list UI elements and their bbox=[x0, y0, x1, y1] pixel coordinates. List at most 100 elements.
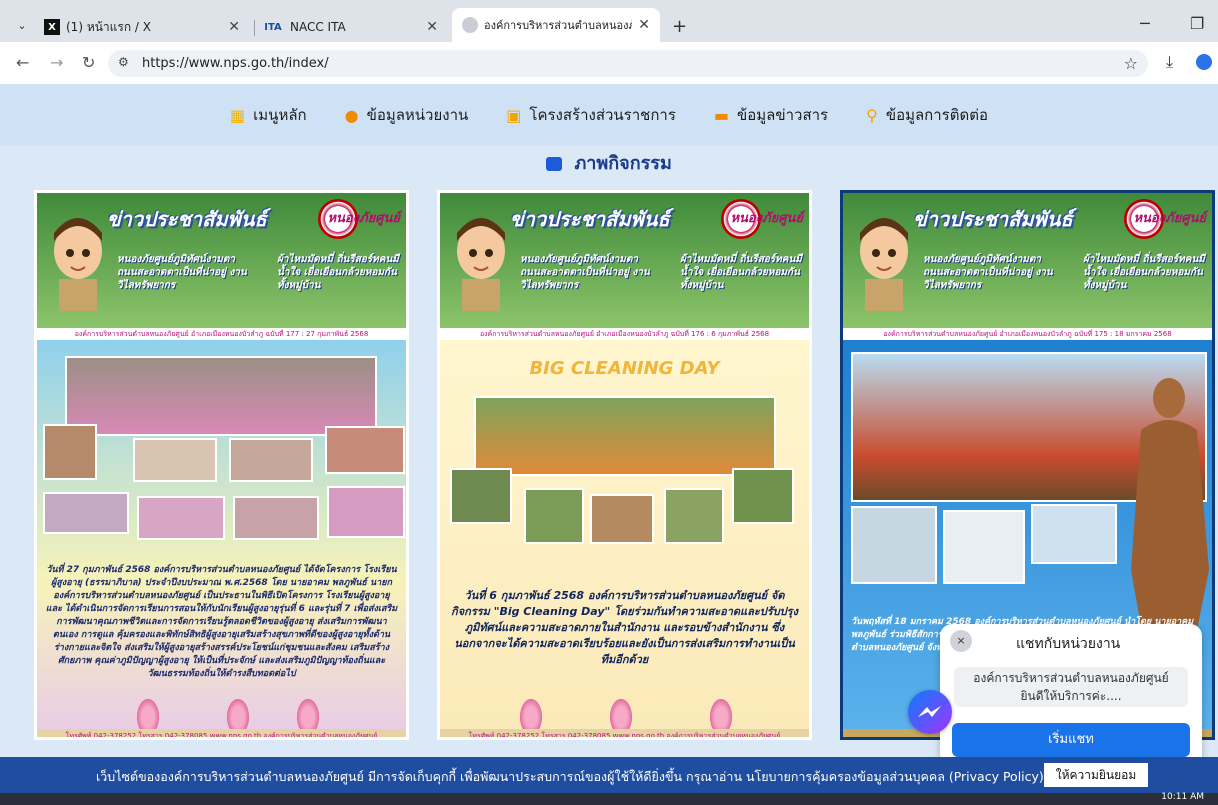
chat-message-line: องค์การบริหารส่วนตำบลหนองภัยศูนย์ bbox=[973, 671, 1169, 685]
poster-header-title: ข่าวประชาสัมพันธ์ bbox=[107, 207, 267, 231]
tab-title: (1) หน้าแรก / X bbox=[66, 19, 152, 34]
poster-header-title: ข่าวประชาสัมพันธ์ bbox=[913, 207, 1073, 231]
tab-close-icon[interactable]: ✕ bbox=[228, 19, 240, 35]
poster-footer: โทรศัพท์ 042-378252 โทรสาร 042-378085 ww… bbox=[37, 729, 406, 737]
activity-photo bbox=[233, 496, 319, 540]
site-icon bbox=[462, 17, 478, 33]
poster-banner: BIG CLEANING DAY bbox=[529, 358, 720, 379]
itac-logo-icon: ITA bbox=[264, 21, 282, 33]
activity-photo bbox=[664, 488, 724, 544]
lotus-decoration bbox=[710, 699, 732, 729]
activity-photo bbox=[325, 426, 405, 474]
lotus-decoration bbox=[520, 699, 542, 729]
poster-tagline-left: หนองภัยศูนย์ภูมิทัศน์งามตา ถนนสะอาดตาเป็… bbox=[117, 254, 247, 291]
poster-tagline-left: หนองภัยศูนย์ภูมิทัศน์งามตา ถนนสะอาดตาเป็… bbox=[923, 254, 1053, 291]
chat-message-line: ยินดีให้บริการค่ะ.... bbox=[1020, 689, 1122, 703]
activity-poster[interactable]: ข่าวประชาสัมพันธ์ หนองภัยศูนย์ หนองภัยศู… bbox=[34, 190, 409, 740]
url-field[interactable]: ⚙ https://www.nps.go.th/index/ ☆ bbox=[108, 50, 1148, 77]
menu-label: โครงสร้างส่วนราชการ bbox=[529, 106, 676, 124]
address-bar: ← → ↻ ⚙ https://www.nps.go.th/index/ ☆ ⤓ bbox=[0, 42, 1218, 84]
chat-title: แชทกับหน่วยงาน bbox=[1016, 636, 1121, 652]
poster-tagline-left: หนองภัยศูนย์ภูมิทัศน์งามตา ถนนสะอาดตาเป็… bbox=[520, 254, 650, 291]
tab-nacc-ita[interactable]: ITA NACC ITA ✕ bbox=[262, 12, 448, 42]
poster-caption: วันที่ 27 กุมภาพันธ์ 2568 องค์การบริหารส… bbox=[45, 565, 398, 679]
lotus-decoration bbox=[227, 699, 249, 729]
tab-search-dropdown-icon[interactable]: ⌄ bbox=[12, 16, 32, 36]
cartoon-boy-illustration bbox=[457, 218, 505, 311]
chat-icon: ▬ bbox=[713, 105, 730, 125]
new-tab-button[interactable]: + bbox=[672, 16, 687, 37]
activity-photo bbox=[43, 424, 97, 480]
messenger-bolt-icon bbox=[918, 706, 941, 717]
activity-photo bbox=[732, 468, 794, 524]
activity-photo bbox=[137, 496, 225, 540]
poster-header: ข่าวประชาสัมพันธ์ หนองภัยศูนย์ หนองภัยศู… bbox=[843, 193, 1212, 328]
activity-photo bbox=[943, 510, 1025, 584]
download-icon[interactable]: ⤓ bbox=[1166, 52, 1173, 72]
poster-issue-line: องค์การบริหารส่วนตำบลหนองภัยศูนย์ อำเภอเ… bbox=[37, 328, 406, 340]
poster-org-name: หนองภัยศูนย์ bbox=[1133, 211, 1206, 226]
menu-item-news[interactable]: ▬ ข้อมูลข่าวสาร bbox=[714, 103, 828, 127]
tab-title: องค์การบริหารส่วนตำบลหนองภัยศูนย์ bbox=[484, 19, 632, 32]
tab-title: NACC ITA bbox=[290, 20, 346, 34]
tab-close-icon[interactable]: ✕ bbox=[638, 17, 650, 33]
menu-item-agency-info[interactable]: ● ข้อมูลหน่วยงาน bbox=[345, 103, 469, 127]
start-chat-button[interactable]: เริ่มแชท bbox=[952, 723, 1190, 757]
poster-caption: วันที่ 6 กุมภาพันธ์ 2568 องค์การบริหารส่… bbox=[451, 589, 798, 666]
activity-photo bbox=[524, 488, 584, 544]
info-icon: ● bbox=[344, 105, 359, 125]
profile-avatar[interactable] bbox=[1196, 54, 1212, 70]
tab-nps-site[interactable]: องค์การบริหารส่วนตำบลหนองภัยศูนย์ ✕ bbox=[452, 8, 660, 42]
poster-body: วันที่ 27 กุมภาพันธ์ 2568 องค์การบริหารส… bbox=[37, 340, 406, 737]
map-pin-icon: ⚲ bbox=[866, 105, 878, 125]
taskbar-clock: 10:11 AM bbox=[1161, 792, 1204, 802]
cookie-accept-button[interactable]: ให้ความยินยอม bbox=[1044, 763, 1148, 787]
reload-icon[interactable]: ↻ bbox=[82, 53, 95, 72]
menu-item-main[interactable]: ▦ เมนูหลัก bbox=[230, 103, 307, 127]
menu-item-structure[interactable]: ▣ โครงสร้างส่วนราชการ bbox=[506, 103, 676, 127]
activity-photo bbox=[450, 468, 512, 524]
tab-separator bbox=[254, 20, 255, 36]
menu-label: ข้อมูลหน่วยงาน bbox=[366, 106, 469, 124]
menu-label: ข้อมูลการติดต่อ bbox=[885, 106, 988, 124]
restore-icon[interactable]: ❐ bbox=[1190, 14, 1204, 33]
grid-icon: ▦ bbox=[230, 105, 246, 125]
lotus-decoration bbox=[297, 699, 319, 729]
camera-icon bbox=[546, 157, 563, 171]
activity-photo bbox=[327, 486, 405, 538]
messenger-icon[interactable] bbox=[908, 690, 952, 734]
browser-tab-bar: ⌄ X (1) หน้าแรก / X ✕ ITA NACC ITA ✕ องค… bbox=[0, 0, 1218, 42]
poster-footer: โทรศัพท์ 042-378252 โทรสาร 042-378085 ww… bbox=[440, 729, 809, 737]
poster-body: BIG CLEANING DAY วันที่ 6 กุมภาพันธ์ 256… bbox=[440, 340, 809, 737]
activity-photo bbox=[229, 438, 313, 482]
poster-org-name: หนองภัยศูนย์ bbox=[730, 211, 803, 226]
poster-tagline-right: ผ้าไหมมัดหมี่ ถิ่นรีสอร์ทคนมีน้ำใจ เยื่อ… bbox=[277, 254, 399, 291]
poster-header: ข่าวประชาสัมพันธ์ หนองภัยศูนย์ หนองภัยศู… bbox=[37, 193, 406, 328]
activity-photo bbox=[1031, 504, 1117, 564]
site-settings-icon[interactable]: ⚙ bbox=[118, 55, 129, 69]
cookie-consent-banner: เว็บไซต์ขององค์การบริหารส่วนตำบลหนองภัยศ… bbox=[0, 757, 1218, 793]
poster-issue-line: องค์การบริหารส่วนตำบลหนองภัยศูนย์ อำเภอเ… bbox=[440, 328, 809, 340]
poster-header: ข่าวประชาสัมพันธ์ หนองภัยศูนย์ หนองภัยศู… bbox=[440, 193, 809, 328]
section-title-text: ภาพกิจกรรม bbox=[574, 153, 672, 174]
os-taskbar: 10:11 AM bbox=[0, 792, 1218, 805]
forward-icon[interactable]: → bbox=[50, 53, 63, 72]
activity-photo bbox=[851, 506, 937, 584]
activity-poster[interactable]: ข่าวประชาสัมพันธ์ หนองภัยศูนย์ หนองภัยศู… bbox=[437, 190, 812, 740]
poster-org-name: หนองภัยศูนย์ bbox=[327, 211, 400, 226]
activity-photo bbox=[43, 492, 129, 534]
bookmark-star-icon[interactable]: ☆ bbox=[1124, 54, 1138, 73]
chat-welcome-message: องค์การบริหารส่วนตำบลหนองภัยศูนย์ ยินดีใ… bbox=[954, 667, 1188, 707]
poster-issue-line: องค์การบริหารส่วนตำบลหนองภัยศูนย์ อำเภอเ… bbox=[843, 328, 1212, 340]
minimize-icon[interactable]: ─ bbox=[1140, 14, 1150, 33]
lotus-decoration bbox=[610, 699, 632, 729]
tab-close-icon[interactable]: ✕ bbox=[426, 19, 438, 35]
menu-item-contact[interactable]: ⚲ ข้อมูลการติดต่อ bbox=[866, 103, 988, 127]
cookie-text: เว็บไซต์ขององค์การบริหารส่วนตำบลหนองภัยศ… bbox=[96, 769, 1044, 784]
cartoon-boy-illustration bbox=[860, 218, 908, 311]
chat-close-button[interactable]: × bbox=[950, 630, 972, 652]
back-icon[interactable]: ← bbox=[16, 53, 29, 72]
poster-tagline-right: ผ้าไหมมัดหมี่ ถิ่นรีสอร์ทคนมีน้ำใจ เยื่อ… bbox=[1083, 254, 1205, 291]
tab-x[interactable]: X (1) หน้าแรก / X ✕ bbox=[44, 12, 250, 42]
poster-header-title: ข่าวประชาสัมพันธ์ bbox=[510, 207, 670, 231]
